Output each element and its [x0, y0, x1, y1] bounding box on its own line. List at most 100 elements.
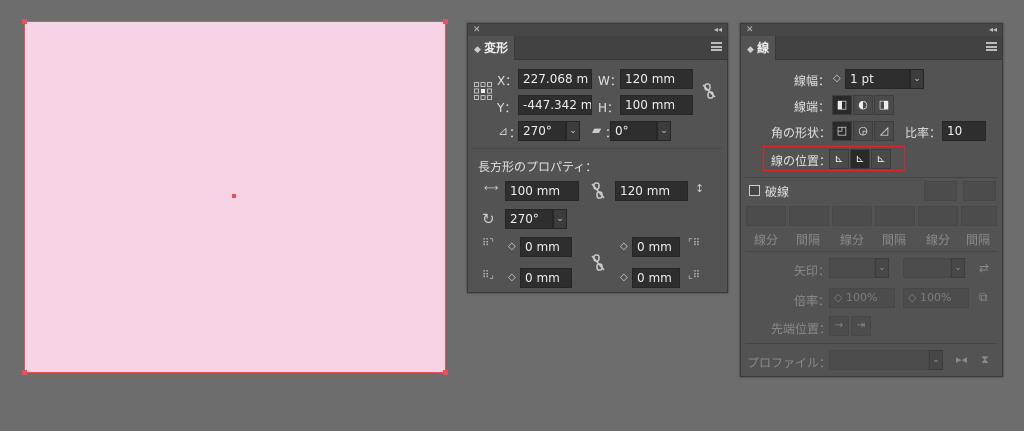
divider: [745, 251, 997, 252]
h-input[interactable]: 100 mm: [620, 95, 693, 115]
dash-label-2: 線分: [840, 233, 865, 247]
divider: [745, 177, 997, 178]
start-scale-value: 100%: [845, 291, 878, 304]
corner-br-icon[interactable]: ⌞⠿: [688, 270, 700, 281]
tab-transform[interactable]: ◆ 変形: [468, 36, 516, 60]
stroke-weight-dropdown-icon[interactable]: ⌄: [910, 69, 924, 89]
dash-input-2[interactable]: [832, 206, 872, 226]
reference-point-icon[interactable]: [474, 82, 492, 100]
align-inside-button[interactable]: ⊾: [850, 149, 870, 169]
align-outside-button[interactable]: ⊾: [871, 149, 891, 169]
corner-tl-input[interactable]: 0 mm: [520, 237, 572, 257]
arrowhead-label: 矢印：: [794, 264, 831, 278]
rotate-dropdown-icon[interactable]: ⌄: [566, 121, 580, 141]
projecting-cap-button[interactable]: ◨: [874, 95, 894, 115]
round-cap-button[interactable]: ◐: [853, 95, 873, 115]
dash-corner-button-2[interactable]: [963, 181, 996, 201]
gap-label-2: 間隔: [882, 233, 907, 247]
close-icon[interactable]: ✕: [473, 24, 481, 36]
corner-br-input[interactable]: 0 mm: [632, 268, 680, 288]
gap-input-3[interactable]: [961, 206, 997, 226]
rotate-input[interactable]: 270°: [518, 121, 566, 141]
stroke-weight-label: 線幅：: [794, 74, 831, 88]
corner-bl-icon[interactable]: ⠿⌟: [482, 270, 494, 281]
flip-horizontal-icon[interactable]: ▸◂: [956, 353, 967, 366]
stroke-weight-input[interactable]: 1 pt: [845, 69, 910, 89]
corner-br-stepper-icon[interactable]: ◇: [620, 269, 628, 287]
width-arrows-icon: ⟷: [484, 183, 499, 194]
arrowhead-end-select[interactable]: [903, 258, 951, 278]
corner-bl-input[interactable]: 0 mm: [520, 268, 572, 288]
x-input[interactable]: 227.068 m: [518, 69, 592, 89]
dash-label-1: 線分: [754, 233, 779, 247]
selection-handle-tr[interactable]: [443, 19, 448, 24]
end-scale-value: 100%: [919, 291, 952, 304]
panel-menu-icon[interactable]: [986, 42, 997, 51]
rect-height-input[interactable]: 120 mm: [615, 181, 688, 201]
shear-input[interactable]: 0°: [610, 121, 657, 141]
y-label: Y：: [497, 101, 517, 115]
dashed-label: 破線: [765, 185, 790, 199]
profile-dropdown-icon[interactable]: ⌄: [929, 350, 943, 370]
rect-properties-heading: 長方形のプロパティ：: [478, 160, 598, 174]
corner-tl-icon[interactable]: ⠿⌝: [482, 238, 494, 249]
profile-select[interactable]: [829, 350, 929, 370]
arrowhead-start-select[interactable]: [829, 258, 875, 278]
gap-input-2[interactable]: [875, 206, 915, 226]
height-arrows-icon: ↕: [695, 182, 705, 195]
rect-rotation-dropdown-icon[interactable]: ⌄: [553, 209, 567, 229]
rect-rotation-input[interactable]: 270°: [505, 209, 553, 229]
start-scale-input[interactable]: ◇ 100%: [829, 288, 895, 308]
rect-link-icon[interactable]: [590, 182, 606, 200]
arrowhead-start-dropdown-icon[interactable]: ⌄: [875, 258, 889, 278]
corner-tr-icon[interactable]: ⌜⠿: [688, 238, 700, 249]
corner-link-icon[interactable]: [590, 254, 606, 272]
w-input[interactable]: 120 mm: [620, 69, 693, 89]
join-label: 角の形状：: [771, 126, 832, 140]
constrain-proportions-icon[interactable]: [701, 83, 717, 99]
corner-tl-stepper-icon[interactable]: ◇: [508, 238, 516, 256]
rotate-icon: ↻: [482, 210, 495, 228]
butt-cap-button[interactable]: ◧: [832, 95, 852, 115]
dashed-checkbox[interactable]: [749, 185, 760, 196]
corner-tr-input[interactable]: 0 mm: [632, 237, 680, 257]
collapse-icon[interactable]: ◂◂: [989, 24, 997, 36]
center-point: [232, 194, 236, 198]
panel-menu-icon[interactable]: [711, 42, 722, 51]
y-input[interactable]: -447.342 m: [518, 95, 592, 115]
end-scale-input[interactable]: ◇ 100%: [903, 288, 969, 308]
align-center-button[interactable]: ⊾: [829, 149, 849, 169]
tip-position-label: 先端位置：: [771, 322, 832, 336]
weight-stepper-icon[interactable]: ◇: [833, 70, 841, 88]
selection-handle-br[interactable]: [443, 370, 448, 375]
gap-label-3: 間隔: [966, 233, 991, 247]
swap-arrows-icon[interactable]: ⇄: [979, 261, 989, 275]
dash-label-3: 線分: [926, 233, 951, 247]
flip-vertical-icon[interactable]: ⧗: [981, 353, 989, 367]
gap-input-1[interactable]: [789, 206, 829, 226]
miter-limit-input[interactable]: 10: [942, 121, 986, 141]
shear-dropdown-icon[interactable]: ⌄: [657, 121, 671, 141]
cap-label: 線端：: [794, 100, 831, 114]
dash-corner-button-1[interactable]: [924, 181, 957, 201]
close-icon[interactable]: ✕: [746, 24, 754, 36]
h-label: H：: [598, 101, 620, 115]
selection-handle-bl[interactable]: [22, 370, 27, 375]
profile-label: プロファイル：: [747, 356, 832, 370]
selection-handle-tl[interactable]: [22, 19, 27, 24]
w-label: W：: [598, 74, 622, 88]
arrowhead-end-dropdown-icon[interactable]: ⌄: [951, 258, 965, 278]
round-join-button[interactable]: ◶: [853, 121, 873, 141]
link-scale-icon[interactable]: ⧉: [979, 290, 988, 305]
dash-input-3[interactable]: [918, 206, 958, 226]
corner-tr-stepper-icon[interactable]: ◇: [620, 238, 628, 256]
collapse-icon[interactable]: ◂◂: [714, 24, 722, 36]
miter-join-button[interactable]: ◰: [832, 121, 852, 141]
corner-bl-stepper-icon[interactable]: ◇: [508, 269, 516, 287]
bevel-join-button[interactable]: ◿: [874, 121, 894, 141]
tip-place-button[interactable]: ⇥: [851, 316, 871, 336]
dash-input-1[interactable]: [746, 206, 786, 226]
rect-width-input[interactable]: 100 mm: [505, 181, 579, 201]
tip-extend-button[interactable]: →: [829, 316, 849, 336]
tab-stroke[interactable]: ◆ 線: [741, 36, 777, 60]
